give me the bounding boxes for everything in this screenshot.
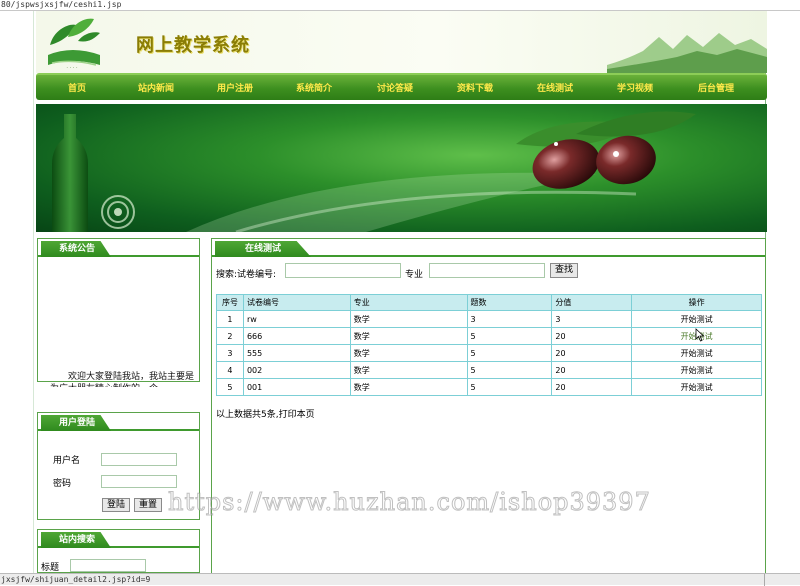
notice-marquee-text: 欢迎大家登陆我站，我站主要是为广大朋友精心制作的一个 — [50, 371, 200, 387]
column-header-count: 题数 — [466, 294, 553, 311]
cell-count: 5 — [466, 361, 553, 379]
online-test-header: 在线测试 — [212, 239, 765, 257]
cell-score: 20 — [551, 344, 633, 362]
notice-text: 欢迎大家登陆我站，我站主要是为广大朋友精心制作的一个 — [50, 372, 195, 387]
password-label: 密码 — [53, 479, 72, 489]
record-count-text: 以上数据共5条, — [216, 410, 279, 420]
table-footer: 以上数据共5条,打印本页 — [216, 407, 315, 420]
nav-item-home[interactable]: 首页 — [68, 81, 86, 94]
start-test-link[interactable]: 开始测试 — [681, 349, 713, 358]
cell-action: 开始测试 — [631, 310, 762, 328]
site-header: · · · · 网上教学系统 — [36, 11, 767, 73]
cell-count: 5 — [466, 327, 553, 345]
exam-code-input[interactable] — [285, 263, 401, 278]
username-input[interactable] — [101, 453, 177, 466]
start-test-link[interactable]: 开始测试 — [681, 366, 713, 375]
cell-index: 2 — [216, 327, 244, 345]
online-test-panel: 在线测试 — [211, 238, 766, 573]
nav-item-register[interactable]: 用户注册 — [217, 81, 253, 94]
svg-text:· · · ·: · · · · — [66, 65, 78, 71]
cell-code: 555 — [242, 344, 351, 362]
table-row: 2 666 数学 5 20 开始测试 — [216, 327, 762, 345]
olive-banner-graphic — [52, 111, 696, 232]
cell-count: 5 — [466, 378, 553, 396]
cell-code: 001 — [242, 378, 351, 396]
nav-item-admin[interactable]: 后台管理 — [698, 81, 734, 94]
cell-score: 20 — [551, 361, 633, 379]
nav-item-discussion[interactable]: 讨论答疑 — [377, 81, 413, 94]
login-panel-header: 用户登陆 — [38, 413, 199, 431]
column-header-score: 分值 — [551, 294, 633, 311]
search-title-label: 标题 — [41, 563, 60, 573]
table-row: 1 rw 数学 3 3 开始测试 — [216, 310, 762, 328]
frame-edge-left — [33, 11, 34, 573]
table-row: 5 001 数学 5 20 开始测试 — [216, 378, 762, 396]
main-nav: 首页 站内新闻 用户注册 系统简介 讨论答疑 资料下载 在线测试 学习视频 后台… — [36, 73, 767, 100]
password-input[interactable] — [101, 475, 177, 488]
cell-index: 5 — [216, 378, 244, 396]
nav-item-online-test[interactable]: 在线测试 — [537, 81, 573, 94]
cell-major: 数学 — [349, 327, 468, 345]
leaf-logo-icon: · · · · — [48, 18, 100, 71]
banner-image — [36, 104, 767, 232]
cell-index: 1 — [216, 310, 244, 328]
site-search-header: 站内搜索 — [38, 530, 199, 548]
status-url: jxsjfw/shijuan_detail2.jsp?id=9 — [1, 575, 151, 584]
site-search-title: 站内搜索 — [41, 532, 112, 548]
exam-table: 序号 试卷编号 专业 题数 分值 操作 1 rw 数学 3 3 开始测试 2 6… — [216, 294, 762, 396]
login-button[interactable]: 登陆 — [102, 498, 130, 512]
nav-item-videos[interactable]: 学习视频 — [617, 81, 653, 94]
reset-button[interactable]: 重置 — [134, 498, 162, 512]
column-header-code: 试卷编号 — [242, 294, 351, 311]
address-bar[interactable]: 80/jspwsjxsjfw/ceshi1.jsp — [0, 0, 800, 11]
nav-item-about[interactable]: 系统简介 — [296, 81, 332, 94]
notice-title: 系统公告 — [41, 241, 112, 257]
print-page-link[interactable]: 打印本页 — [279, 410, 315, 420]
search-button[interactable]: 查找 — [550, 263, 578, 278]
cell-score: 20 — [551, 327, 633, 345]
column-header-index: 序号 — [216, 294, 244, 311]
watermark-text: https://www.huzhan.com/ishop39397 — [168, 488, 651, 517]
column-header-action: 操作 — [631, 294, 762, 311]
cell-major: 数学 — [349, 344, 468, 362]
cell-action: 开始测试 — [631, 344, 762, 362]
search-code-label: 搜索:试卷编号: — [216, 270, 277, 280]
notice-panel-header: 系统公告 — [38, 239, 199, 257]
site-title: 网上教学系统 — [136, 35, 250, 56]
notice-panel: 系统公告 欢迎大家登陆我站，我站主要是为广大朋友精心制作的一个 — [37, 238, 200, 387]
cell-index: 4 — [216, 361, 244, 379]
cell-code: rw — [242, 310, 351, 328]
cell-count: 3 — [466, 310, 553, 328]
nav-item-news[interactable]: 站内新闻 — [138, 81, 174, 94]
nav-item-downloads[interactable]: 资料下载 — [457, 81, 493, 94]
status-bar: jxsjfw/shijuan_detail2.jsp?id=9 — [0, 573, 800, 586]
major-label: 专业 — [405, 270, 424, 280]
start-test-link[interactable]: 开始测试 — [681, 383, 713, 392]
table-row: 4 002 数学 5 20 开始测试 — [216, 361, 762, 379]
cell-score: 20 — [551, 378, 633, 396]
status-separator — [764, 574, 765, 586]
cell-major: 数学 — [349, 378, 468, 396]
mouse-cursor-icon — [695, 328, 705, 342]
cell-index: 3 — [216, 344, 244, 362]
cell-score: 3 — [551, 310, 633, 328]
site-search-panel: 站内搜索 标题 — [37, 529, 200, 573]
site-search-input[interactable] — [70, 559, 146, 572]
start-test-link[interactable]: 开始测试 — [681, 315, 713, 324]
cell-code: 666 — [242, 327, 351, 345]
column-header-major: 专业 — [349, 294, 468, 311]
login-title: 用户登陆 — [41, 415, 112, 431]
cell-action: 开始测试 — [631, 378, 762, 396]
cell-major: 数学 — [349, 310, 468, 328]
cell-count: 5 — [466, 344, 553, 362]
online-test-title: 在线测试 — [215, 241, 312, 257]
cell-action: 开始测试 — [631, 361, 762, 379]
username-label: 用户名 — [53, 456, 81, 466]
mountain-decoration — [607, 33, 767, 73]
table-header-row: 序号 试卷编号 专业 题数 分值 操作 — [216, 294, 762, 311]
cell-code: 002 — [242, 361, 351, 379]
major-input[interactable] — [429, 263, 545, 278]
table-row: 3 555 数学 5 20 开始测试 — [216, 344, 762, 362]
cell-major: 数学 — [349, 361, 468, 379]
